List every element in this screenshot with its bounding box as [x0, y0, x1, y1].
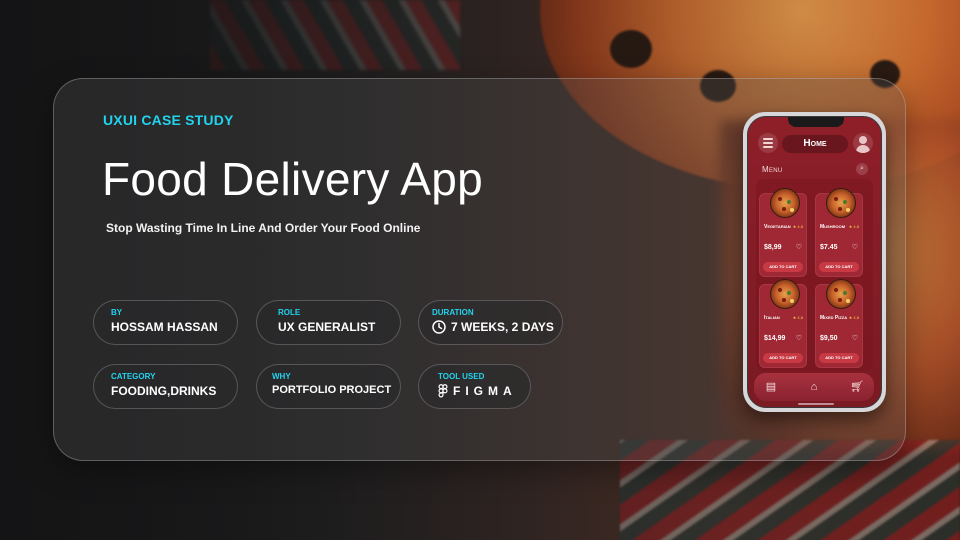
- phone-header-title: Home: [782, 135, 848, 153]
- food-card[interactable]: Mixed Pizza ★ 4.8 $9,50 ♡ Add to cart: [815, 279, 863, 368]
- pizza-thumbnail: [826, 188, 856, 218]
- pill-value: FIGMA: [438, 384, 530, 398]
- heart-icon[interactable]: ♡: [796, 334, 802, 342]
- food-card[interactable]: Mushroom ★ 4.8 $7.45 ♡ Add to cart: [815, 188, 863, 277]
- phone-bottom-nav: ▤ ⌂ 🛒︎: [754, 373, 874, 401]
- pill-label: TOOL USED: [438, 372, 485, 381]
- pill-value: FOODING,DRINKS: [111, 384, 237, 398]
- cart-icon[interactable]: 🛒︎: [850, 380, 864, 394]
- why-value: PORTFOLIO PROJECT: [272, 384, 392, 396]
- food-price: $8,99: [764, 244, 782, 251]
- add-to-cart-button[interactable]: Add to cart: [819, 262, 859, 272]
- add-to-cart-button[interactable]: Add to cart: [819, 353, 859, 363]
- pill-label: CATEGORY: [111, 372, 156, 381]
- phone-menu-panel: Vegetarian ★ 4.8 $8,99 ♡ Add to cart Mus…: [756, 179, 873, 371]
- info-pill-duration: DURATION 7 WEEKS, 2 DAYS: [418, 300, 563, 345]
- food-name: Mixed Pizza: [820, 315, 848, 321]
- search-icon[interactable]: ⌕: [856, 163, 868, 175]
- pizza-thumbnail: [770, 188, 800, 218]
- category-value: FOODING,DRINKS: [111, 384, 217, 398]
- role-value: UX GENERALIST: [278, 320, 376, 334]
- heart-icon[interactable]: ♡: [852, 334, 858, 342]
- phone-header: Home: [748, 131, 881, 155]
- pizza-thumbnail: [826, 279, 856, 309]
- pill-value: PORTFOLIO PROJECT: [272, 384, 400, 396]
- page-title: Food Delivery App: [102, 153, 483, 205]
- pill-label: WHY: [272, 372, 291, 381]
- food-rating: ★ 4.8: [792, 315, 803, 320]
- tool-value: FIGMA: [453, 384, 517, 398]
- clock-icon: [432, 320, 446, 334]
- info-pill-category: CATEGORY FOODING,DRINKS: [93, 364, 238, 409]
- hamburger-icon[interactable]: [758, 133, 778, 153]
- pill-label: DURATION: [432, 308, 474, 317]
- heart-icon[interactable]: ♡: [796, 243, 802, 251]
- info-pill-why: WHY PORTFOLIO PROJECT: [256, 364, 401, 409]
- figma-icon: [438, 384, 448, 398]
- home-indicator: [798, 403, 834, 405]
- home-icon[interactable]: ⌂: [807, 380, 821, 394]
- info-pill-role: ROLE UX GENERALIST: [256, 300, 401, 345]
- pill-value: UX GENERALIST: [278, 320, 400, 334]
- food-rating: ★ 4.8: [848, 315, 859, 320]
- food-rating: ★ 4.8: [848, 224, 859, 229]
- phone-screen: Home Menu ⌕ Vegetarian ★ 4.8 $8,99 ♡ Add…: [747, 116, 882, 408]
- menu-list-icon[interactable]: ▤: [764, 380, 778, 394]
- pill-value: 7 WEEKS, 2 DAYS: [432, 320, 562, 334]
- food-price: $9,50: [820, 335, 838, 342]
- food-card[interactable]: Vegetarian ★ 4.8 $8,99 ♡ Add to cart: [759, 188, 807, 277]
- eyebrow-label: UXUI CASE STUDY: [103, 112, 234, 128]
- pizza-thumbnail: [770, 279, 800, 309]
- food-name: Italian: [764, 315, 780, 321]
- pill-value: HOSSAM HASSAN: [111, 320, 237, 334]
- food-price: $14,99: [764, 335, 786, 342]
- add-to-cart-button[interactable]: Add to cart: [763, 353, 803, 363]
- page-subtitle: Stop Wasting Time In Line And Order Your…: [106, 221, 421, 235]
- info-pill-tool: TOOL USED FIGMA: [418, 364, 531, 409]
- food-card[interactable]: Italian ★ 4.8 $14,99 ♡ Add to cart: [759, 279, 807, 368]
- pill-label: BY: [111, 308, 123, 317]
- add-to-cart-button[interactable]: Add to cart: [763, 262, 803, 272]
- pill-label: ROLE: [278, 308, 301, 317]
- food-name: Mushroom: [820, 224, 846, 230]
- food-rating: ★ 4.8: [792, 224, 803, 229]
- author-name: HOSSAM HASSAN: [111, 320, 218, 334]
- food-price: $7.45: [820, 244, 838, 251]
- food-name: Vegetarian: [764, 224, 791, 230]
- heart-icon[interactable]: ♡: [852, 243, 858, 251]
- profile-icon[interactable]: [853, 133, 873, 153]
- info-pill-by: BY HOSSAM HASSAN: [93, 300, 238, 345]
- phone-menu-label: Menu: [762, 165, 783, 174]
- duration-value: 7 WEEKS, 2 DAYS: [451, 320, 554, 334]
- phone-notch: [788, 117, 844, 127]
- phone-mockup: Home Menu ⌕ Vegetarian ★ 4.8 $8,99 ♡ Add…: [743, 112, 886, 412]
